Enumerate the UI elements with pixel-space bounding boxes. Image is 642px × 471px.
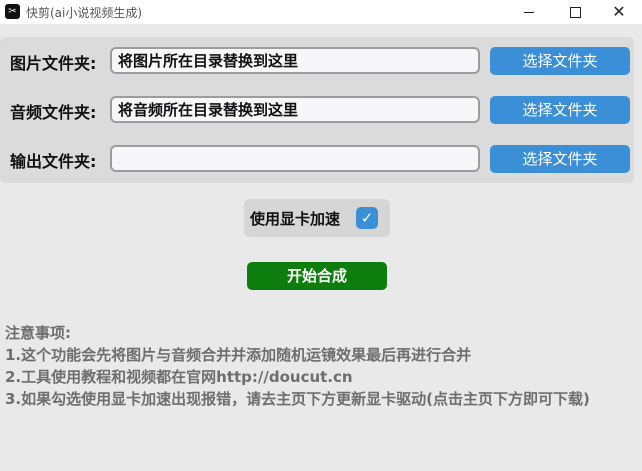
checkmark-icon[interactable]: ✓ [356, 207, 378, 229]
note-item: 2.工具使用教程和视频都在官网http://doucut.cn [5, 368, 353, 386]
maximize-button[interactable] [552, 0, 598, 24]
note-item: 3.如果勾选使用显卡加速出现报错，请去主页下方更新显卡驱动(点击主页下方即可下载… [5, 390, 590, 408]
minimize-icon [524, 11, 534, 13]
image-folder-select-button[interactable]: 选择文件夹 [490, 47, 630, 75]
output-folder-select-button[interactable]: 选择文件夹 [490, 145, 630, 173]
start-compose-button[interactable]: 开始合成 [247, 262, 387, 290]
output-folder-label: 输出文件夹: [10, 152, 97, 171]
folder-panel: 图片文件夹: 选择文件夹 音频文件夹: 选择文件夹 输出文件夹: 选择文件夹 [0, 37, 634, 183]
gpu-acceleration-option[interactable]: 使用显卡加速 ✓ [244, 199, 390, 237]
output-folder-input[interactable] [110, 145, 480, 172]
gpu-acceleration-label: 使用显卡加速 [250, 210, 341, 228]
audio-folder-label: 音频文件夹: [10, 103, 97, 122]
title-bar: ✂ 快剪(ai小说视频生成) ✕ [0, 0, 642, 24]
app-logo-icon: ✂ [5, 4, 20, 19]
close-icon: ✕ [612, 2, 626, 21]
maximize-icon [569, 6, 581, 18]
close-button[interactable]: ✕ [596, 0, 642, 24]
image-folder-input[interactable] [110, 47, 480, 74]
window-title: 快剪(ai小说视频生成) [26, 6, 143, 20]
image-folder-label: 图片文件夹: [10, 54, 97, 73]
note-item: 1.这个功能会先将图片与音频合并并添加随机运镜效果最后再进行合并 [5, 346, 472, 364]
notes-section: 注意事项: 1.这个功能会先将图片与音频合并并添加随机运镜效果最后再进行合并 2… [5, 322, 641, 410]
audio-folder-select-button[interactable]: 选择文件夹 [490, 96, 630, 124]
audio-folder-input[interactable] [110, 96, 480, 123]
notes-heading: 注意事项: [5, 324, 71, 342]
minimize-button[interactable] [506, 0, 552, 24]
